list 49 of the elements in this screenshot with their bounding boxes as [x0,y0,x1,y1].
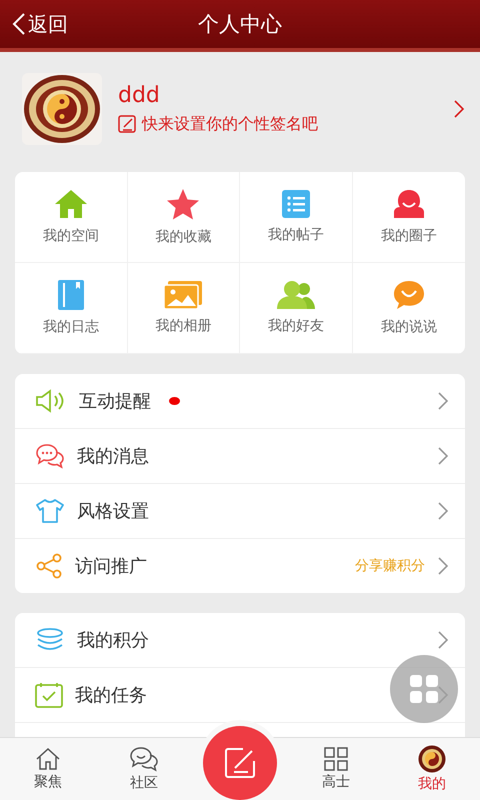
shortcut-item[interactable]: 我的日志 [15,263,128,354]
people-icon [276,281,315,309]
home-icon [35,747,61,771]
grid-icon [324,747,348,771]
edit-icon [118,115,136,133]
chevron-right-icon [437,630,449,650]
t-shirt-icon [35,498,65,524]
shortcut-item[interactable]: 我的说说 [352,263,465,354]
share-icon [35,553,63,579]
chevron-right-icon [453,98,465,118]
grid-icon [410,675,438,703]
photos-icon [164,281,202,309]
list-icon [282,190,310,218]
menu-row[interactable]: 互动提醒 [15,374,465,429]
menu-row[interactable]: 我的消息 [15,429,465,484]
shortcut-item[interactable]: 我的帖子 [240,172,352,263]
menu-note: 分享赚积分 [355,557,425,575]
smiling-figure-icon [392,189,425,219]
tab[interactable]: 高士 [288,738,384,800]
back-button[interactable]: 返回 [0,10,68,38]
user-name: ddd [118,82,161,108]
chevron-right-icon [437,556,449,576]
shortcut-item[interactable]: 我的空间 [15,172,128,263]
calendar-check-icon [35,682,63,708]
house-icon [54,189,88,219]
star-icon [166,188,200,220]
shortcut-item[interactable]: 我的好友 [240,263,352,354]
menu-row[interactable]: 风格设置 [15,484,465,539]
chevron-right-icon [437,446,449,466]
shortcut-item[interactable]: 我的相册 [128,263,240,354]
signature-prompt[interactable]: 快来设置你的个性签名吧 [142,114,318,134]
chat-bubbles-icon [129,746,159,772]
notebook-icon [58,280,84,310]
tab[interactable]: 聚焦 [0,738,96,800]
tab[interactable]: 社区 [96,738,192,800]
chevron-right-icon [437,501,449,521]
chevron-right-icon [437,391,449,411]
smile-bubble-icon [392,280,425,310]
tab[interactable]: 我的 [384,738,480,800]
yin-yang-medallion-icon [418,745,446,773]
coin-stack-icon [35,628,65,652]
edit-icon [223,746,257,780]
shortcut-item[interactable]: 我的收藏 [128,172,240,263]
chat-bubbles-icon [35,443,65,469]
shortcut-item[interactable]: 我的圈子 [352,172,465,263]
avatar-yin-yang-medallion[interactable] [22,72,102,144]
chevron-left-icon [12,12,26,36]
page-title: 个人中心 [198,11,282,38]
menu-row[interactable]: 访问推广 分享赚积分 [15,539,465,593]
